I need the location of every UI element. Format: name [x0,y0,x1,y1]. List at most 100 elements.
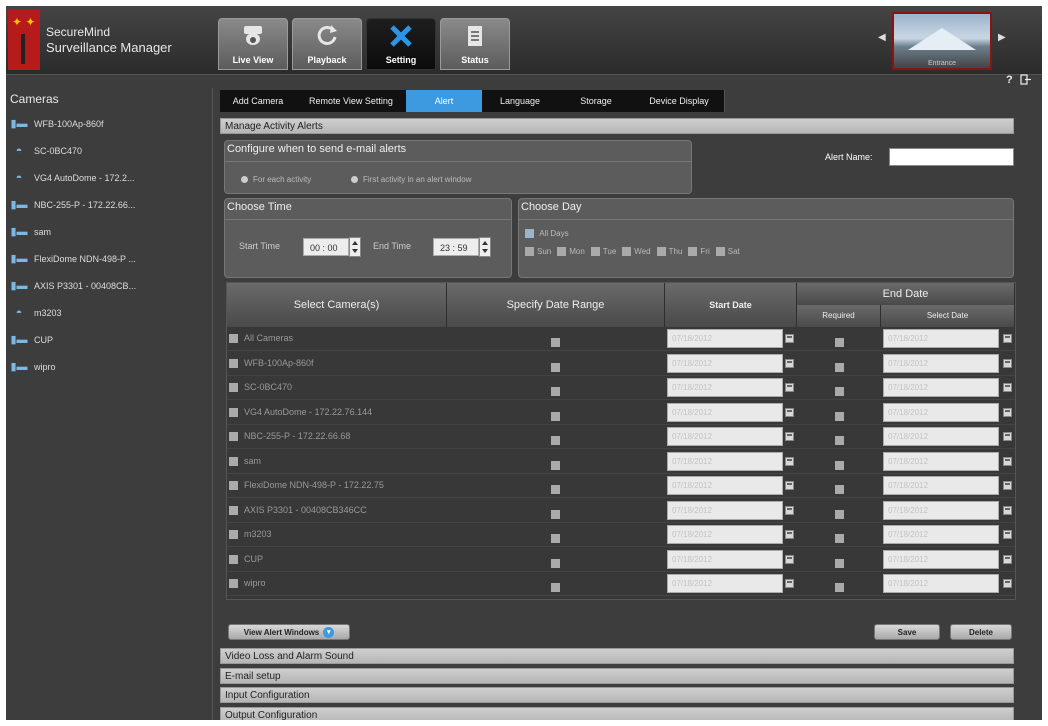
start-date-field[interactable]: 07/18/2012 [667,329,783,348]
camera-select-checkbox[interactable]: CUP [229,554,263,564]
end-date-required-checkbox[interactable] [835,555,844,573]
date-range-checkbox[interactable] [551,530,560,548]
camera-select-checkbox[interactable]: FlexiDome NDN-498-P - 172.22.75 [229,480,384,491]
date-range-checkbox[interactable] [551,506,560,524]
end-date-field[interactable]: 07/18/2012 [883,549,999,569]
start-date-field[interactable]: 07/18/2012 [667,427,783,446]
calendar-icon[interactable] [1003,358,1012,368]
day-checkbox-sun[interactable]: Sun [525,247,557,257]
calendar-icon[interactable] [785,505,794,515]
day-checkbox-wed[interactable]: Wed [622,247,656,257]
end-date-required-checkbox[interactable] [835,408,844,426]
end-date-field[interactable]: 07/18/2012 [883,402,999,422]
subtab-remote-view-setting[interactable]: Remote View Setting [296,90,407,112]
end-date-required-checkbox[interactable] [835,432,844,450]
preview-prev-arrow-icon[interactable]: ◀ [878,32,886,43]
subtab-storage[interactable]: Storage [558,90,635,112]
end-date-field[interactable]: 07/18/2012 [883,329,999,348]
section-input-configuration[interactable]: Input Configuration [220,687,1014,703]
camera-select-checkbox[interactable]: VG4 AutoDome - 172.22.76.144 [229,407,372,417]
calendar-icon[interactable] [785,481,794,490]
start-date-field[interactable]: 07/18/2012 [667,549,783,569]
start-time-field[interactable]: 00 : 00 [303,238,349,256]
radio-first-activity[interactable]: First activity in an alert window [351,175,471,184]
radio-each-activity[interactable]: For each activity [241,175,311,184]
calendar-icon[interactable] [1003,407,1012,417]
camera-select-checkbox[interactable]: AXIS P3301 - 00408CB346CC [229,505,367,515]
end-time-spinner-icon[interactable] [479,237,491,257]
sidebar-camera-item[interactable]: ▮▬ wipro [10,357,55,377]
start-date-field[interactable]: 07/18/2012 [667,574,783,593]
alert-name-input[interactable] [889,148,1014,166]
date-range-checkbox[interactable] [551,457,560,475]
calendar-icon[interactable] [1003,554,1012,564]
start-date-field[interactable]: 07/18/2012 [667,476,783,495]
date-range-checkbox[interactable] [551,408,560,426]
sidebar-camera-item[interactable]: ◓ VG4 AutoDome - 172.2... [10,168,135,188]
calendar-icon[interactable] [785,530,794,539]
day-checkbox-tue[interactable]: Tue [590,247,623,257]
end-date-field[interactable]: 07/18/2012 [883,451,999,471]
end-date-required-checkbox[interactable] [835,334,844,352]
end-date-required-checkbox[interactable] [835,383,844,401]
calendar-icon[interactable] [1003,481,1012,490]
calendar-icon[interactable] [1003,383,1012,392]
date-range-checkbox[interactable] [551,334,560,352]
start-date-field[interactable]: 07/18/2012 [667,353,783,373]
start-date-field[interactable]: 07/18/2012 [667,378,783,397]
day-checkbox-thu[interactable]: Thu [656,247,689,257]
calendar-icon[interactable] [1003,530,1012,539]
camera-select-checkbox[interactable]: All Cameras [229,333,293,344]
start-date-field[interactable]: 07/18/2012 [667,500,783,520]
tab-status[interactable]: Status [440,18,510,70]
end-date-required-checkbox[interactable] [835,506,844,524]
section-video-loss-and-alarm-sound[interactable]: Video Loss and Alarm Sound [220,648,1014,664]
end-date-field[interactable]: 07/18/2012 [883,427,999,446]
preview-next-arrow-icon[interactable]: ▶ [998,32,1006,43]
preview-thumbnail[interactable]: Entrance [892,12,992,70]
date-range-checkbox[interactable] [551,432,560,450]
help-icon[interactable]: ? [1006,74,1013,86]
end-date-required-checkbox[interactable] [835,530,844,548]
subtab-alert[interactable]: Alert [406,90,483,112]
save-button[interactable]: Save [874,624,940,640]
sidebar-camera-item[interactable]: ▮▬ AXIS P3301 - 00408CB... [10,276,136,296]
camera-select-checkbox[interactable]: SC-0BC470 [229,382,292,393]
day-checkbox-fri[interactable]: Fri [688,247,715,257]
calendar-icon[interactable] [785,334,794,343]
subtab-language[interactable]: Language [482,90,559,112]
calendar-icon[interactable] [1003,505,1012,515]
calendar-icon[interactable] [785,383,794,392]
day-checkbox-sat[interactable]: Sat [715,247,746,257]
calendar-icon[interactable] [785,456,794,466]
calendar-icon[interactable] [785,358,794,368]
start-date-field[interactable]: 07/18/2012 [667,451,783,471]
camera-select-checkbox[interactable]: NBC-255-P - 172.22.66.68 [229,431,350,442]
end-date-required-checkbox[interactable] [835,457,844,475]
sidebar-camera-item[interactable]: ▮▬ CUP [10,330,53,350]
camera-select-checkbox[interactable]: sam [229,456,261,466]
end-date-field[interactable]: 07/18/2012 [883,525,999,544]
end-date-field[interactable]: 07/18/2012 [883,574,999,593]
section-output-configuration[interactable]: Output Configuration [220,706,1014,720]
section-e-mail-setup[interactable]: E-mail setup [220,667,1014,684]
sidebar-camera-item[interactable]: ◓ m3203 [10,303,62,323]
calendar-icon[interactable] [1003,579,1012,588]
date-range-checkbox[interactable] [551,481,560,499]
tab-setting[interactable]: Setting [366,18,436,70]
all-days-checkbox[interactable]: All Days [525,229,569,239]
tab-playback[interactable]: Playback [292,18,362,70]
view-alert-windows-button[interactable]: View Alert Windows ▾ [228,624,350,640]
end-time-field[interactable]: 23 : 59 [433,238,479,256]
sidebar-camera-item[interactable]: ▮▬ sam [10,222,51,242]
camera-select-checkbox[interactable]: wipro [229,578,266,589]
camera-select-checkbox[interactable]: m3203 [229,529,272,540]
end-date-required-checkbox[interactable] [835,579,844,597]
sidebar-camera-item[interactable]: ▮▬ WFB-100Ap-860f [10,114,103,134]
start-date-field[interactable]: 07/18/2012 [667,525,783,544]
end-date-field[interactable]: 07/18/2012 [883,378,999,397]
end-date-field[interactable]: 07/18/2012 [883,476,999,495]
calendar-icon[interactable] [1003,334,1012,343]
sidebar-camera-item[interactable]: ▮▬ NBC-255-P - 172.22.66... [10,195,135,215]
date-range-checkbox[interactable] [551,579,560,597]
